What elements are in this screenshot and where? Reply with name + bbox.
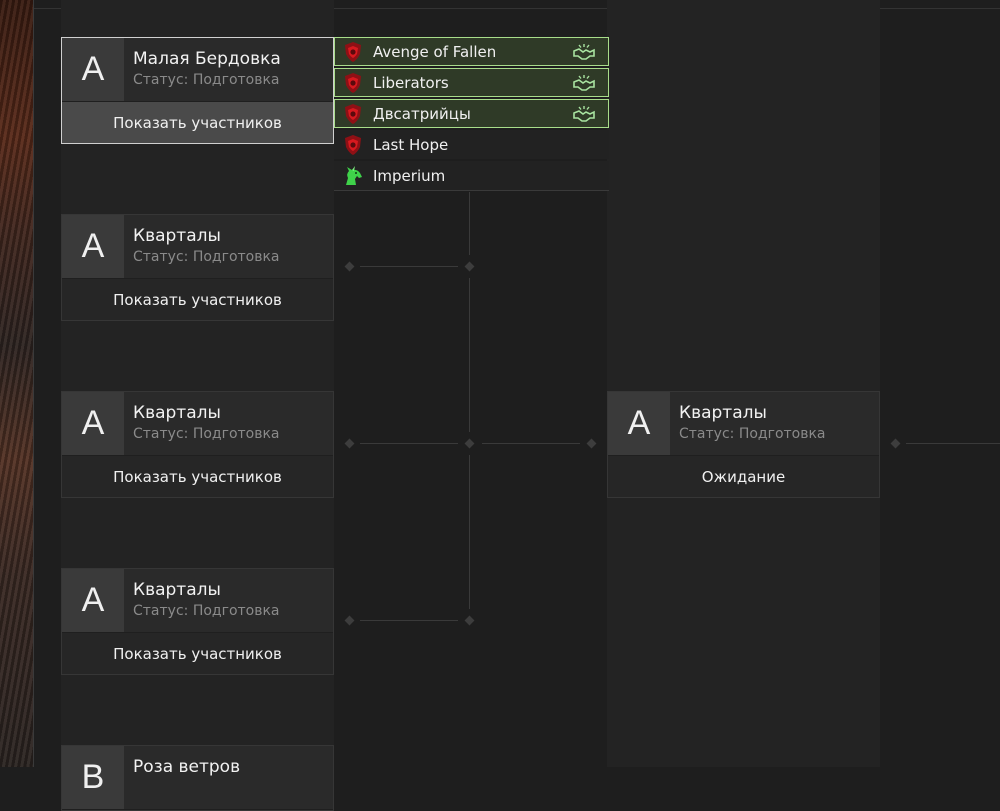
match-card-header: А Кварталы Статус: Подготовка: [62, 569, 333, 633]
location-name: Кварталы: [133, 403, 221, 423]
match-card-header: В Роза ветров: [62, 746, 333, 810]
handshake-icon: [573, 106, 595, 122]
participants-list-border: [334, 190, 609, 191]
match-status: Статус: Подготовка: [133, 249, 280, 265]
connector-line: [360, 266, 458, 267]
participants-list: Avenge of Fallen Liberators Двсатрийцы L…: [334, 37, 609, 192]
handshake-icon: [573, 75, 595, 91]
connector-node: [464, 438, 475, 449]
connector-line: [482, 443, 580, 444]
connector-line: [360, 443, 458, 444]
group-letter-badge: А: [62, 38, 124, 101]
connector-node: [586, 438, 597, 449]
participant-row[interactable]: Двсатрийцы: [334, 99, 609, 128]
participant-name: Last Hope: [373, 136, 449, 154]
connector-node: [344, 438, 355, 449]
connector-node: [344, 615, 355, 626]
match-card-1: А Малая Бердовка Статус: Подготовка Пока…: [61, 37, 334, 144]
show-participants-button[interactable]: Показать участников: [62, 633, 333, 674]
show-participants-button[interactable]: Показать участников: [62, 102, 333, 143]
connector-line: [360, 620, 458, 621]
connector-line: [469, 455, 470, 609]
connector-line: [469, 278, 470, 432]
handshake-icon: [573, 44, 595, 60]
match-card-header: А Кварталы Статус: Подготовка: [62, 215, 333, 279]
match-status: Статус: Подготовка: [679, 426, 826, 442]
group-letter-badge: А: [62, 569, 124, 632]
match-card-3: А Кварталы Статус: Подготовка Показать у…: [61, 391, 334, 498]
game-world-background: [0, 0, 33, 767]
match-card-5: В Роза ветров: [61, 745, 334, 811]
participant-row[interactable]: Last Hope: [334, 130, 609, 159]
location-name: Кварталы: [679, 403, 767, 423]
match-status: Статус: Подготовка: [133, 426, 280, 442]
match-card-header: А Малая Бердовка Статус: Подготовка: [62, 38, 333, 102]
group-letter-badge: А: [608, 392, 670, 455]
participant-name: Imperium: [373, 167, 446, 185]
match-card-round2: А Кварталы Статус: Подготовка Ожидание: [607, 391, 880, 498]
match-card-header: А Кварталы Статус: Подготовка: [62, 392, 333, 456]
match-status: Статус: Подготовка: [133, 72, 280, 88]
show-participants-button[interactable]: Показать участников: [62, 279, 333, 320]
waiting-status-button[interactable]: Ожидание: [608, 456, 879, 497]
match-card-4: А Кварталы Статус: Подготовка Показать у…: [61, 568, 334, 675]
participant-name: Liberators: [373, 74, 449, 92]
participant-name: Двсатрийцы: [373, 105, 471, 123]
red-shield-icon: [345, 104, 361, 124]
green-unicorn-icon: [346, 166, 362, 185]
red-shield-icon: [345, 42, 361, 62]
participant-row[interactable]: Imperium: [334, 161, 609, 190]
connector-line: [906, 443, 1000, 444]
connector-node: [890, 438, 901, 449]
connector-node: [464, 615, 475, 626]
show-participants-button[interactable]: Показать участников: [62, 456, 333, 497]
participant-row[interactable]: Liberators: [334, 68, 609, 97]
group-letter-badge: А: [62, 392, 124, 455]
location-name: Кварталы: [133, 226, 221, 246]
match-card-header: А Кварталы Статус: Подготовка: [608, 392, 879, 456]
group-letter-badge: В: [62, 746, 124, 809]
participant-row[interactable]: Avenge of Fallen: [334, 37, 609, 66]
match-card-2: А Кварталы Статус: Подготовка Показать у…: [61, 214, 334, 321]
red-shield-icon: [345, 135, 361, 155]
location-name: Кварталы: [133, 580, 221, 600]
red-shield-icon: [345, 73, 361, 93]
location-name: Малая Бердовка: [133, 49, 281, 69]
connector-node: [464, 261, 475, 272]
panel-border: [33, 0, 34, 767]
match-status: Статус: Подготовка: [133, 603, 280, 619]
bracket-column-round-2: [607, 0, 880, 767]
connector-line: [469, 192, 470, 255]
location-name: Роза ветров: [133, 757, 241, 777]
connector-node: [344, 261, 355, 272]
participant-name: Avenge of Fallen: [373, 43, 497, 61]
group-letter-badge: А: [62, 215, 124, 278]
